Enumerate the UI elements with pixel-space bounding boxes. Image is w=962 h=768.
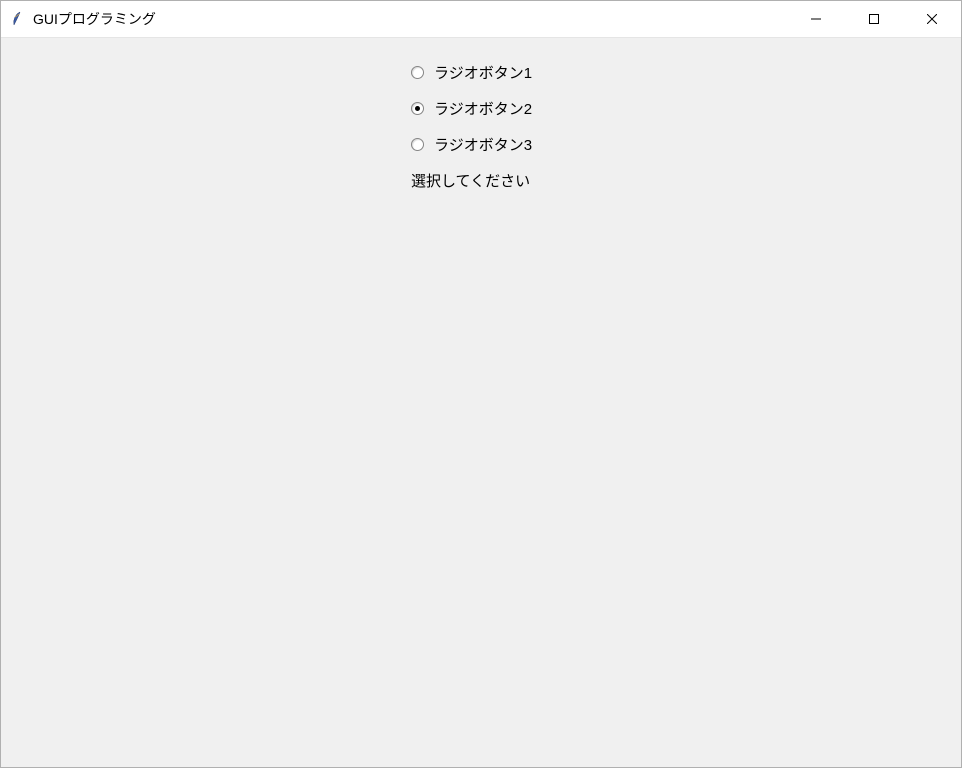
radio-indicator bbox=[411, 138, 424, 151]
radio-indicator bbox=[411, 66, 424, 79]
status-text: 選択してください bbox=[411, 170, 530, 191]
close-button[interactable] bbox=[903, 1, 961, 37]
maximize-icon bbox=[869, 14, 879, 24]
window-controls bbox=[787, 1, 961, 37]
client-area: ラジオボタン1 ラジオボタン2 ラジオボタン3 選択してください bbox=[1, 38, 961, 767]
radio-label: ラジオボタン1 bbox=[434, 62, 532, 83]
radio-label: ラジオボタン2 bbox=[434, 98, 532, 119]
status-label: 選択してください bbox=[411, 162, 551, 198]
radio-option-1[interactable]: ラジオボタン1 bbox=[411, 54, 551, 90]
close-icon bbox=[927, 14, 937, 24]
radio-option-3[interactable]: ラジオボタン3 bbox=[411, 126, 551, 162]
radio-label: ラジオボタン3 bbox=[434, 134, 532, 155]
titlebar: GUIプログラミング bbox=[1, 1, 961, 38]
minimize-icon bbox=[811, 14, 821, 24]
radio-option-2[interactable]: ラジオボタン2 bbox=[411, 90, 551, 126]
app-icon bbox=[9, 11, 25, 27]
maximize-button[interactable] bbox=[845, 1, 903, 37]
minimize-button[interactable] bbox=[787, 1, 845, 37]
window-title: GUIプログラミング bbox=[33, 9, 787, 29]
radio-indicator bbox=[411, 102, 424, 115]
form-content: ラジオボタン1 ラジオボタン2 ラジオボタン3 選択してください bbox=[1, 54, 961, 198]
